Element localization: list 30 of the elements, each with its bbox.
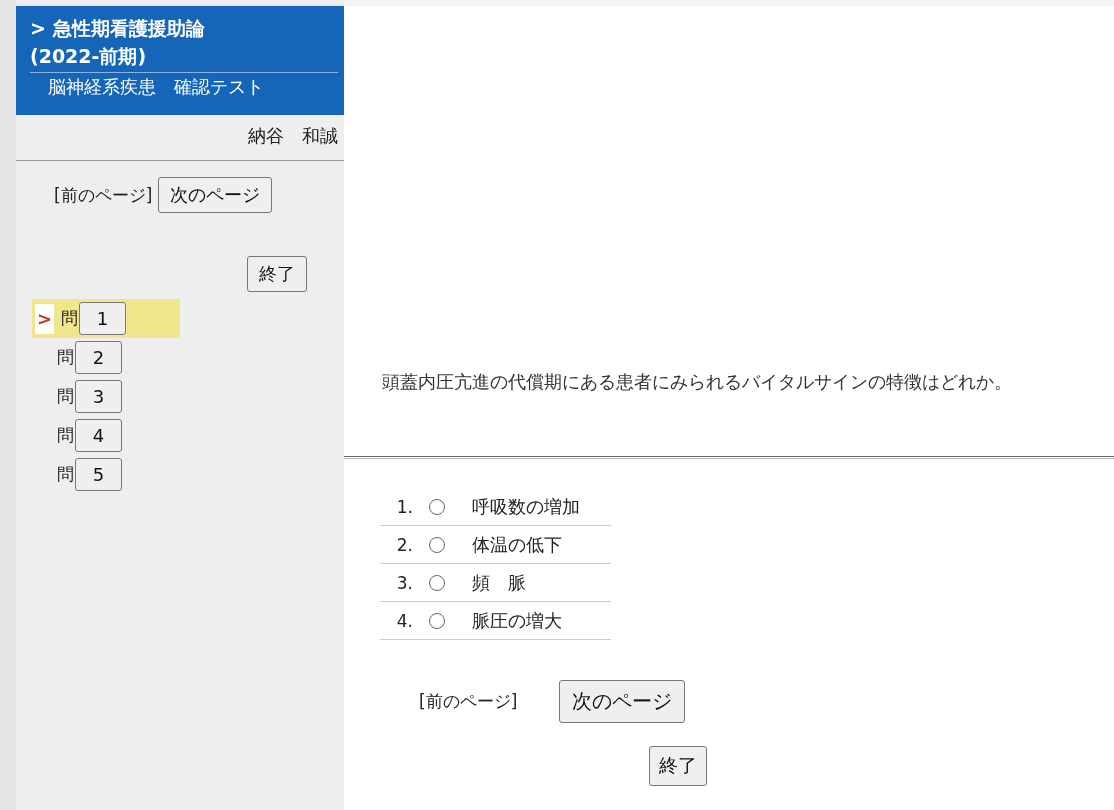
question-label: 問: [57, 385, 74, 408]
choice-number: 1.: [395, 496, 413, 517]
question-label: 問: [57, 463, 74, 486]
end-button[interactable]: 終了: [247, 256, 307, 292]
question-number-button[interactable]: 5: [75, 458, 122, 491]
user-name: 納谷 和誠: [16, 115, 344, 161]
choice-number: 3.: [395, 572, 413, 593]
next-page-button[interactable]: 次のページ: [559, 680, 686, 723]
question-number-button[interactable]: 2: [75, 341, 122, 374]
choice-text: 呼吸数の増加: [472, 494, 580, 519]
end-button[interactable]: 終了: [649, 746, 707, 786]
choice-text: 頻 脈: [472, 570, 526, 595]
choice-text: 脈圧の増大: [472, 608, 562, 633]
current-marker: >: [35, 303, 55, 334]
previous-page-label: [前のページ]: [419, 690, 518, 713]
question-number-button[interactable]: 1: [79, 302, 127, 335]
choice-number: 4.: [395, 610, 413, 631]
question-number-button[interactable]: 3: [75, 380, 122, 413]
course-title: (2022-前期): [30, 44, 148, 69]
course-title: > 急性期看護援助論: [30, 16, 206, 41]
previous-page-label: [前のページ]: [54, 183, 153, 207]
question-label: 問: [57, 424, 74, 447]
question-number-button[interactable]: 4: [75, 419, 122, 452]
question-text: 頭蓋内圧亢進の代償期にある患者にみられるバイタルサインの特徴はどれか。: [381, 370, 1013, 394]
test-subtitle: 脳神経系疾患 確認テスト: [47, 75, 265, 99]
choice-text: 体温の低下: [472, 532, 562, 557]
question-label: 問: [61, 307, 79, 330]
choice-number: 2.: [395, 534, 413, 555]
next-page-button[interactable]: 次のページ: [158, 177, 273, 213]
question-label: 問: [57, 346, 74, 369]
